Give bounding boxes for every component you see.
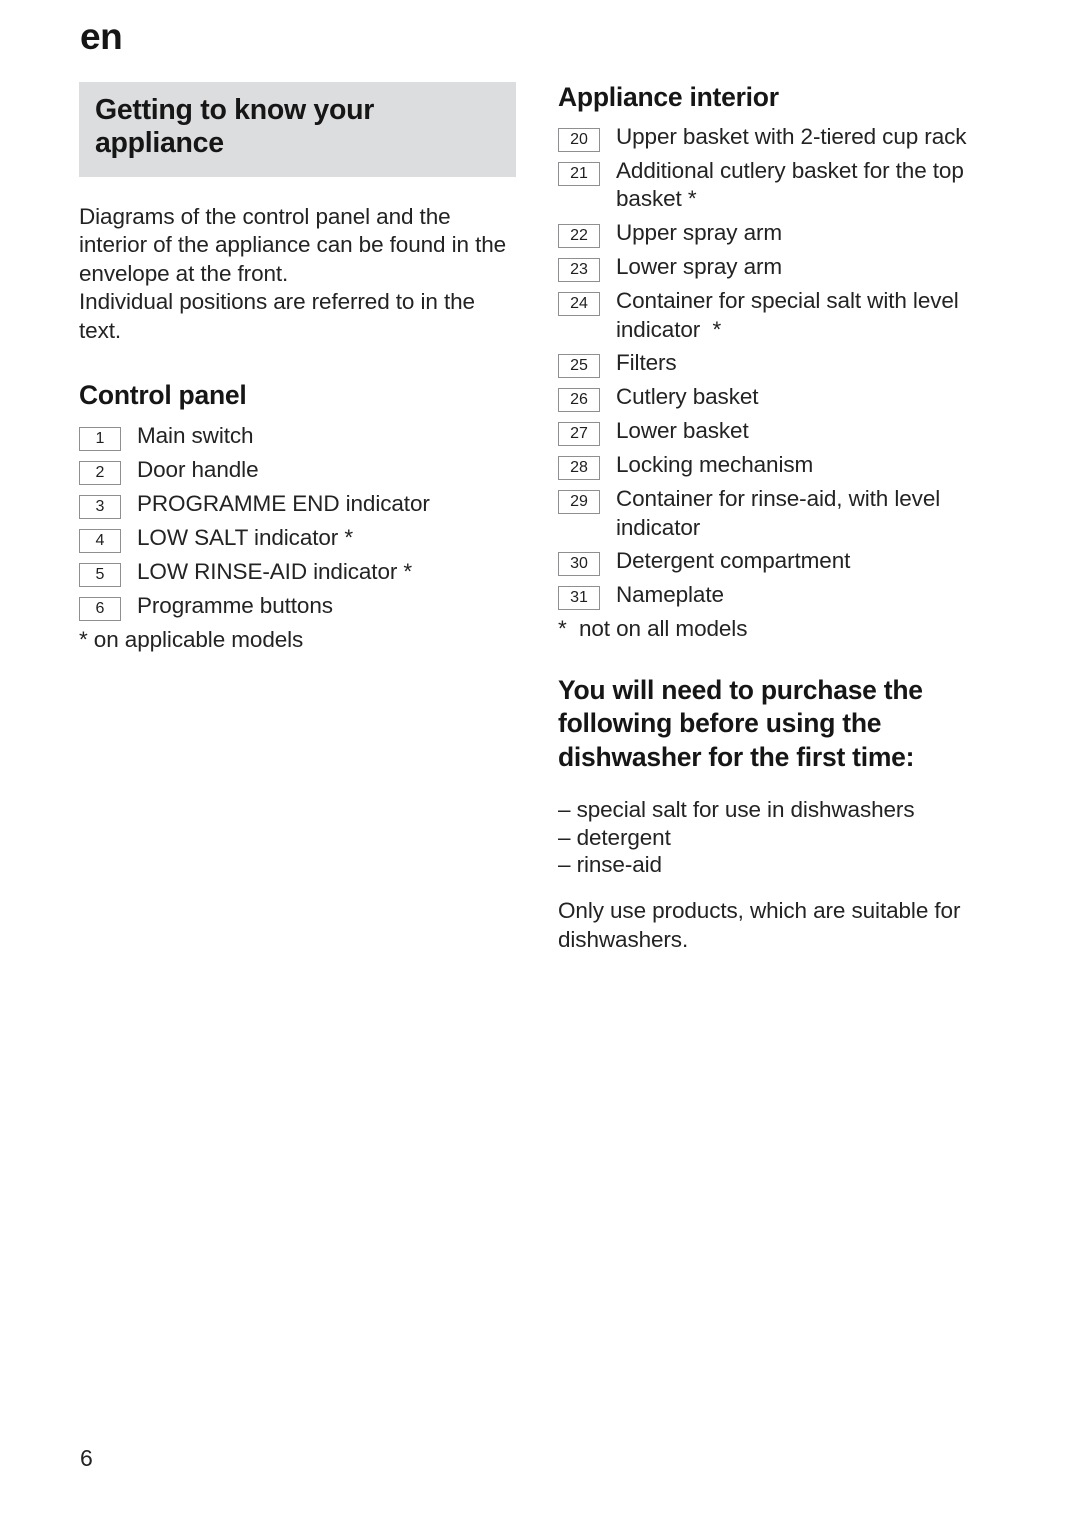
legend-number-box: 6 <box>79 597 121 622</box>
control-panel-heading: Control panel <box>79 379 247 410</box>
list-item: 31 Nameplate <box>558 581 998 611</box>
legend-label: Locking mechanism <box>616 452 814 478</box>
legend-label: Programme buttons <box>137 593 333 619</box>
legend-number-box: 23 <box>558 257 600 282</box>
legend-label: LOW SALT indicator * <box>137 525 354 551</box>
purchase-closing-paragraph: Only use products, which are suitable fo… <box>558 897 961 952</box>
list-item: 20 Upper basket with 2-tiered cup rack <box>558 123 998 152</box>
manual-page: en Getting to know your appliance Diagra… <box>0 0 1080 1526</box>
legend-label: Main switch <box>137 423 254 449</box>
legend-label: Detergent compartment <box>616 548 851 574</box>
legend-number-box: 26 <box>558 388 600 413</box>
list-item: 29 Container for rinse-aid, with level i… <box>558 485 998 542</box>
list-item: 3 PROGRAMME END indicator <box>79 490 516 520</box>
list-item: 5 LOW RINSE-AID indicator * <box>79 558 516 588</box>
list-item: – special salt for use in dishwashers <box>558 797 915 823</box>
legend-label: PROGRAMME END indicator <box>137 491 430 517</box>
list-item: 28 Locking mechanism <box>558 451 998 481</box>
legend-number-box: 5 <box>79 563 121 588</box>
legend-number-box: 20 <box>558 127 600 152</box>
purchase-items-list: – special salt for use in dishwashers – … <box>558 796 998 879</box>
legend-label: Filters <box>616 350 677 376</box>
right-column: Appliance interior 20 Upper basket with … <box>558 82 998 954</box>
appliance-interior-footnote: * not on all models <box>558 616 748 642</box>
legend-label: Additional cutlery basket for the top ba… <box>616 157 970 212</box>
legend-number-box: 27 <box>558 422 600 447</box>
list-item: 24 Container for special salt with level… <box>558 287 998 344</box>
legend-label: Container for rinse-aid, with level indi… <box>616 486 947 540</box>
intro-paragraph-2: Individual positions are referred to in … <box>79 289 475 344</box>
legend-label: Lower spray arm <box>616 253 783 279</box>
legend-label: Upper spray arm <box>616 219 783 245</box>
legend-label: Nameplate <box>616 582 724 608</box>
list-item: 22 Upper spray arm <box>558 219 998 248</box>
list-item: 1 Main switch <box>79 422 516 452</box>
list-item: 2 Door handle <box>79 456 516 486</box>
control-panel-footnote: * on applicable models <box>79 627 304 653</box>
purchase-section-heading: You will need to purchase the following … <box>558 674 923 772</box>
page-number: 6 <box>80 1445 93 1471</box>
legend-number-box: 3 <box>79 495 121 520</box>
appliance-interior-legend-list: 20 Upper basket with 2-tiered cup rack 2… <box>558 123 998 611</box>
list-item: 27 Lower basket <box>558 417 998 447</box>
legend-number-box: 25 <box>558 354 600 379</box>
legend-label: LOW RINSE-AID indicator * <box>137 559 413 585</box>
list-item: 23 Lower spray arm <box>558 253 998 282</box>
control-panel-legend-list: 1 Main switch 2 Door handle 3 PROGRAMME … <box>79 422 516 622</box>
intro-text-block: Diagrams of the control panel and the in… <box>79 203 516 346</box>
legend-number-box: 2 <box>79 461 121 486</box>
legend-number-box: 30 <box>558 552 600 577</box>
legend-number-box: 1 <box>79 427 121 452</box>
list-item: 21 Additional cutlery basket for the top… <box>558 157 998 214</box>
legend-label: Container for special salt with level in… <box>616 287 965 342</box>
legend-label: Upper basket with 2-tiered cup rack <box>616 123 967 149</box>
legend-label: Door handle <box>137 457 259 483</box>
legend-number-box: 24 <box>558 291 600 316</box>
list-item: – rinse-aid <box>558 852 662 878</box>
appliance-interior-heading: Appliance interior <box>558 82 779 112</box>
legend-number-box: 21 <box>558 161 600 186</box>
list-item: 6 Programme buttons <box>79 592 516 622</box>
list-item: 4 LOW SALT indicator * <box>79 524 516 554</box>
list-item: 25 Filters <box>558 349 998 379</box>
legend-number-box: 4 <box>79 529 121 554</box>
legend-label: Cutlery basket <box>616 384 759 410</box>
legend-number-box: 29 <box>558 490 600 515</box>
list-item: 30 Detergent compartment <box>558 547 998 577</box>
legend-label: Lower basket <box>616 418 749 444</box>
chapter-title-band: Getting to know your appliance <box>79 82 516 177</box>
list-item: 26 Cutlery basket <box>558 383 998 413</box>
legend-number-box: 31 <box>558 586 600 611</box>
left-column: Getting to know your appliance Diagrams … <box>79 82 516 655</box>
intro-paragraph-1: Diagrams of the control panel and the in… <box>79 203 507 286</box>
chapter-title: Getting to know your appliance <box>95 94 374 160</box>
list-item: – detergent <box>558 824 671 850</box>
language-running-head: en <box>80 16 123 57</box>
legend-number-box: 22 <box>558 223 600 248</box>
legend-number-box: 28 <box>558 456 600 481</box>
